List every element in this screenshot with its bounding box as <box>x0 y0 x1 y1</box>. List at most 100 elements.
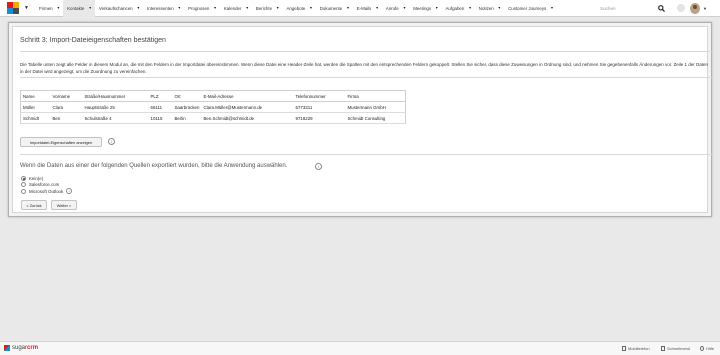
nav-item-customer-journeys[interactable]: Customer Journeys ▼ <box>504 0 557 17</box>
table-cell: Clara.Müller@Mustermann.de <box>201 101 294 113</box>
module-menu: Firmen ▼ Kontakte ▼ Verkaufschancen ▼ Interess… <box>35 0 557 17</box>
footer-mobile-link[interactable]: Mobiltelefon <box>622 346 650 351</box>
chevron-down-icon[interactable]: ▼ <box>309 6 312 10</box>
table-cell: Müller <box>20 101 51 113</box>
description-divider <box>20 77 712 78</box>
column-header: Name <box>20 90 51 102</box>
nav-item-firmen[interactable]: Firmen ▼ <box>35 0 63 17</box>
help-icon <box>700 346 704 351</box>
show-import-properties-button[interactable]: Importdatei-Eigenschaften anzeigen <box>20 137 102 147</box>
column-header: Vorname <box>50 90 83 102</box>
step-description: Die Tabelle unten zeigt alle Felder in d… <box>20 62 708 74</box>
chevron-down-icon[interactable]: ▼ <box>435 6 438 10</box>
global-search-placeholder: Suchen <box>600 6 616 11</box>
source-option-outlook[interactable]: Microsoft Outlook i <box>21 188 73 194</box>
source-question-text: Wenn die Daten aus einer der folgenden Q… <box>20 163 288 169</box>
section-divider <box>20 154 712 155</box>
chevron-down-icon[interactable]: ▼ <box>276 6 279 10</box>
source-radio-salesforce[interactable] <box>21 182 26 187</box>
sugar-cube-icon <box>4 345 10 351</box>
nav-item-label: Aufgaben <box>445 5 465 11</box>
column-header: PLZ <box>148 90 173 102</box>
nav-item-verkaufschancen[interactable]: Verkaufschancen ▼ <box>95 0 143 17</box>
global-search-input[interactable]: Suchen <box>600 4 650 13</box>
chevron-down-icon[interactable]: ▼ <box>88 6 91 10</box>
nav-item-label: Firmen <box>38 5 53 11</box>
import-properties-info-icon[interactable]: i <box>108 138 115 145</box>
source-option-label: Salesforce.com <box>29 182 60 187</box>
footer: sugar crm Mobiltelefon Schnellmenü Hilfe <box>0 341 720 355</box>
table-row: Schmidt Ben Schulstraße 4 10115 Berlin Ben.Sc… <box>20 112 406 124</box>
table-cell: Hauptstraße 25 <box>82 101 149 113</box>
title-divider <box>20 51 712 52</box>
nav-item-label: Notizen <box>478 5 494 11</box>
sugar-cube-logo-icon[interactable] <box>7 2 19 14</box>
nav-item-kontakte[interactable]: Kontakte ▼ <box>63 0 95 17</box>
search-icon[interactable] <box>658 5 665 12</box>
table-cell: Berlin <box>172 112 202 124</box>
nav-item-aufgaben[interactable]: Aufgaben ▼ <box>442 0 475 17</box>
brand-sugar: sugar <box>12 345 28 351</box>
chevron-down-icon[interactable]: ▼ <box>468 6 471 10</box>
top-navigation: ▼ Firmen ▼ Kontakte ▼ Verkaufschancen ▼ Intere… <box>0 0 720 17</box>
table-cell: 6773311 <box>293 101 346 113</box>
nav-item-label: Anrufe <box>385 5 399 11</box>
notifications-icon[interactable] <box>677 4 685 12</box>
shortcuts-icon <box>661 346 665 351</box>
chevron-down-icon[interactable]: ▼ <box>178 6 181 10</box>
source-option-salesforce[interactable]: Salesforce.com <box>21 182 59 187</box>
table-row: Müller Clara Hauptstraße 25 66111 Saarbrücke… <box>20 101 406 113</box>
nav-item-dokumente[interactable]: Dokumente ▼ <box>316 0 353 17</box>
source-radio-none[interactable] <box>21 176 26 181</box>
nav-item-label: E-Mails <box>356 5 372 11</box>
import-wizard-panel: Schritt 3: Import-Dateieigenschaften bes… <box>8 22 712 217</box>
column-header: Firma <box>345 90 406 102</box>
nav-item-berichte[interactable]: Berichte ▼ <box>252 0 283 17</box>
nav-item-label: Customer Journeys <box>508 5 547 11</box>
source-radio-outlook[interactable] <box>21 188 26 194</box>
nav-item-label: Kontakte <box>67 5 85 11</box>
user-avatar[interactable] <box>690 3 700 14</box>
chevron-down-icon[interactable]: ▼ <box>213 6 216 10</box>
source-option-label: Microsoft Outlook <box>29 188 64 194</box>
nav-item-label: Prognosen <box>188 5 210 11</box>
chevron-down-icon[interactable]: ▼ <box>498 6 501 10</box>
nav-item-label: Berichte <box>255 5 273 11</box>
nav-item-label: Dokumente <box>319 5 343 11</box>
import-step-content: Schritt 3: Import-Dateieigenschaften bes… <box>12 26 712 213</box>
user-menu-caret-icon[interactable]: ▼ <box>703 6 707 11</box>
source-info-icon[interactable]: i <box>315 163 322 170</box>
nav-item-anrufe[interactable]: Anrufe ▼ <box>382 0 409 17</box>
nav-item-label: Kalender <box>223 5 242 11</box>
nav-item-label: Meetings <box>413 5 432 11</box>
outlook-info-icon[interactable]: i <box>66 188 73 194</box>
chevron-down-icon[interactable]: ▼ <box>57 6 60 10</box>
nav-item-angebote[interactable]: Angebote ▼ <box>282 0 315 17</box>
nav-item-interessenten[interactable]: Interessenten ▼ <box>143 0 184 17</box>
page-title: Schritt 3: Import-Dateieigenschaften bes… <box>20 37 166 44</box>
footer-shortcuts-link[interactable]: Schnellmenü <box>661 346 690 351</box>
table-body: Müller Clara Hauptstraße 25 66111 Saarbrücke… <box>20 101 406 124</box>
sugarcrm-logo: sugar crm <box>4 345 38 351</box>
table-cell: Schulstraße 4 <box>82 112 149 124</box>
chevron-down-icon[interactable]: ▼ <box>403 6 406 10</box>
mobile-phone-icon <box>622 346 626 351</box>
column-header: Telefonnummer <box>293 90 346 102</box>
nav-item-prognosen[interactable]: Prognosen ▼ <box>184 0 220 17</box>
chevron-down-icon[interactable]: ▼ <box>137 6 140 10</box>
nav-item-kalender[interactable]: Kalender ▼ <box>220 0 252 17</box>
nav-item-e-mails[interactable]: E-Mails ▼ <box>353 0 382 17</box>
chevron-down-icon[interactable]: ▼ <box>375 6 378 10</box>
source-option-none[interactable]: Kein(e) <box>21 176 43 181</box>
source-question: Wenn die Daten aus einer der folgenden Q… <box>20 163 287 169</box>
logo-menu-caret-icon[interactable]: ▼ <box>24 5 29 11</box>
chevron-down-icon[interactable]: ▼ <box>550 6 553 10</box>
back-button[interactable]: < Zurück <box>21 200 47 210</box>
next-button[interactable]: Weiter > <box>51 200 77 210</box>
footer-help-link[interactable]: Hilfe <box>700 346 714 351</box>
nav-item-notizen[interactable]: Notizen ▼ <box>475 0 504 17</box>
chevron-down-icon[interactable]: ▼ <box>245 6 248 10</box>
nav-item-label: Verkaufschancen <box>98 5 133 11</box>
chevron-down-icon[interactable]: ▼ <box>346 6 349 10</box>
nav-item-meetings[interactable]: Meetings ▼ <box>409 0 441 17</box>
